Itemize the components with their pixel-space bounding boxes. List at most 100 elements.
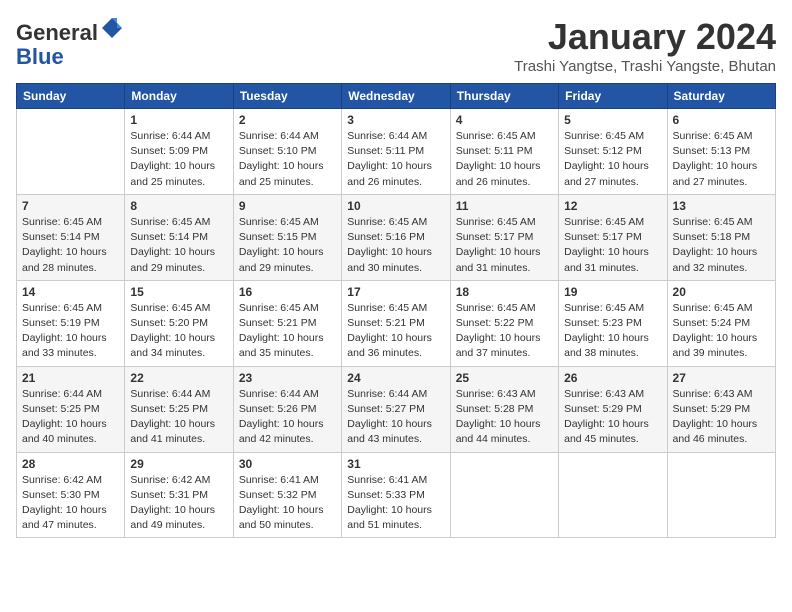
week-row-2: 7 Sunrise: 6:45 AM Sunset: 5:14 PM Daylig… xyxy=(17,194,776,280)
calendar-cell xyxy=(559,452,667,538)
calendar-cell: 17 Sunrise: 6:45 AM Sunset: 5:21 PM Dayli… xyxy=(342,280,450,366)
calendar-cell: 23 Sunrise: 6:44 AM Sunset: 5:26 PM Dayli… xyxy=(233,366,341,452)
day-info: Sunrise: 6:45 AM Sunset: 5:12 PM Dayligh… xyxy=(564,129,661,190)
calendar-cell: 16Sunrise: 6:45 AM Sunset: 5:21 PM Dayli… xyxy=(233,280,341,366)
day-info: Sunrise: 6:41 AM Sunset: 5:32 PM Dayligh… xyxy=(239,473,336,534)
day-info: Sunrise: 6:43 AM Sunset: 5:29 PM Dayligh… xyxy=(673,387,770,448)
day-info: Sunrise: 6:45 AM Sunset: 5:23 PM Dayligh… xyxy=(564,301,661,362)
day-info: Sunrise: 6:45 AM Sunset: 5:19 PM Dayligh… xyxy=(22,301,119,362)
day-info: Sunrise: 6:45 AM Sunset: 5:24 PM Dayligh… xyxy=(673,301,770,362)
day-info: Sunrise: 6:45 AM Sunset: 5:11 PM Dayligh… xyxy=(456,129,553,190)
calendar-cell: 28 Sunrise: 6:42 AM Sunset: 5:30 PM Dayli… xyxy=(17,452,125,538)
calendar-cell: 2Sunrise: 6:44 AM Sunset: 5:10 PM Daylig… xyxy=(233,109,341,195)
day-info: Sunrise: 6:45 AM Sunset: 5:14 PM Dayligh… xyxy=(130,215,227,276)
day-info: Sunrise: 6:45 AM Sunset: 5:17 PM Dayligh… xyxy=(456,215,553,276)
day-info: Sunrise: 6:45 AM Sunset: 5:20 PM Dayligh… xyxy=(130,301,227,362)
day-number: 31 xyxy=(347,457,444,471)
day-info: Sunrise: 6:43 AM Sunset: 5:28 PM Dayligh… xyxy=(456,387,553,448)
calendar-cell: 7 Sunrise: 6:45 AM Sunset: 5:14 PM Daylig… xyxy=(17,194,125,280)
day-number: 24 xyxy=(347,371,444,385)
calendar-cell: 22Sunrise: 6:44 AM Sunset: 5:25 PM Dayli… xyxy=(125,366,233,452)
day-info: Sunrise: 6:45 AM Sunset: 5:13 PM Dayligh… xyxy=(673,129,770,190)
day-info: Sunrise: 6:45 AM Sunset: 5:15 PM Dayligh… xyxy=(239,215,336,276)
logo: General Blue xyxy=(16,16,124,69)
calendar-cell: 24 Sunrise: 6:44 AM Sunset: 5:27 PM Dayli… xyxy=(342,366,450,452)
day-info: Sunrise: 6:45 AM Sunset: 5:18 PM Dayligh… xyxy=(673,215,770,276)
calendar-header: SundayMondayTuesdayWednesdayThursdayFrid… xyxy=(17,84,776,109)
day-info: Sunrise: 6:44 AM Sunset: 5:27 PM Dayligh… xyxy=(347,387,444,448)
calendar-cell: 1Sunrise: 6:44 AM Sunset: 5:09 PM Daylig… xyxy=(125,109,233,195)
day-of-week-monday: Monday xyxy=(125,84,233,109)
week-row-1: 1Sunrise: 6:44 AM Sunset: 5:09 PM Daylig… xyxy=(17,109,776,195)
day-number: 4 xyxy=(456,113,553,127)
day-info: Sunrise: 6:45 AM Sunset: 5:17 PM Dayligh… xyxy=(564,215,661,276)
day-of-week-thursday: Thursday xyxy=(450,84,558,109)
day-info: Sunrise: 6:44 AM Sunset: 5:25 PM Dayligh… xyxy=(22,387,119,448)
day-number: 5 xyxy=(564,113,661,127)
day-number: 14 xyxy=(22,285,119,299)
header-row: SundayMondayTuesdayWednesdayThursdayFrid… xyxy=(17,84,776,109)
calendar-cell: 6 Sunrise: 6:45 AM Sunset: 5:13 PM Daylig… xyxy=(667,109,775,195)
day-info: Sunrise: 6:45 AM Sunset: 5:14 PM Dayligh… xyxy=(22,215,119,276)
calendar-cell: 10Sunrise: 6:45 AM Sunset: 5:16 PM Dayli… xyxy=(342,194,450,280)
day-number: 6 xyxy=(673,113,770,127)
day-info: Sunrise: 6:45 AM Sunset: 5:22 PM Dayligh… xyxy=(456,301,553,362)
calendar-cell: 12 Sunrise: 6:45 AM Sunset: 5:17 PM Dayli… xyxy=(559,194,667,280)
day-info: Sunrise: 6:44 AM Sunset: 5:11 PM Dayligh… xyxy=(347,129,444,190)
calendar-cell: 29 Sunrise: 6:42 AM Sunset: 5:31 PM Dayli… xyxy=(125,452,233,538)
calendar-cell: 31 Sunrise: 6:41 AM Sunset: 5:33 PM Dayli… xyxy=(342,452,450,538)
location-subtitle: Trashi Yangtse, Trashi Yangste, Bhutan xyxy=(514,58,776,75)
calendar-cell: 4 Sunrise: 6:45 AM Sunset: 5:11 PM Daylig… xyxy=(450,109,558,195)
day-number: 12 xyxy=(564,199,661,213)
day-info: Sunrise: 6:45 AM Sunset: 5:21 PM Dayligh… xyxy=(347,301,444,362)
day-number: 19 xyxy=(564,285,661,299)
page-header: General Blue January 2024 Trashi Yangtse… xyxy=(16,16,776,75)
day-number: 8 xyxy=(130,199,227,213)
logo-blue: Blue xyxy=(16,44,64,69)
day-of-week-friday: Friday xyxy=(559,84,667,109)
day-number: 13 xyxy=(673,199,770,213)
day-info: Sunrise: 6:45 AM Sunset: 5:21 PM Dayligh… xyxy=(239,301,336,362)
day-number: 23 xyxy=(239,371,336,385)
day-number: 30 xyxy=(239,457,336,471)
day-number: 28 xyxy=(22,457,119,471)
day-info: Sunrise: 6:42 AM Sunset: 5:31 PM Dayligh… xyxy=(130,473,227,534)
calendar-cell: 27 Sunrise: 6:43 AM Sunset: 5:29 PM Dayli… xyxy=(667,366,775,452)
day-number: 2 xyxy=(239,113,336,127)
title-block: January 2024 Trashi Yangtse, Trashi Yang… xyxy=(514,16,776,75)
day-number: 11 xyxy=(456,199,553,213)
day-number: 27 xyxy=(673,371,770,385)
calendar-cell: 18Sunrise: 6:45 AM Sunset: 5:22 PM Dayli… xyxy=(450,280,558,366)
day-number: 10 xyxy=(347,199,444,213)
day-of-week-tuesday: Tuesday xyxy=(233,84,341,109)
calendar-cell: 11 Sunrise: 6:45 AM Sunset: 5:17 PM Dayli… xyxy=(450,194,558,280)
month-title: January 2024 xyxy=(514,16,776,58)
calendar-cell xyxy=(450,452,558,538)
logo-general: General xyxy=(16,20,98,45)
week-row-4: 21Sunrise: 6:44 AM Sunset: 5:25 PM Dayli… xyxy=(17,366,776,452)
day-info: Sunrise: 6:44 AM Sunset: 5:26 PM Dayligh… xyxy=(239,387,336,448)
day-number: 7 xyxy=(22,199,119,213)
calendar-cell: 5 Sunrise: 6:45 AM Sunset: 5:12 PM Daylig… xyxy=(559,109,667,195)
day-number: 9 xyxy=(239,199,336,213)
calendar-cell xyxy=(17,109,125,195)
calendar-cell: 8 Sunrise: 6:45 AM Sunset: 5:14 PM Daylig… xyxy=(125,194,233,280)
calendar-body: 1Sunrise: 6:44 AM Sunset: 5:09 PM Daylig… xyxy=(17,109,776,538)
calendar-cell: 21Sunrise: 6:44 AM Sunset: 5:25 PM Dayli… xyxy=(17,366,125,452)
calendar-cell: 26Sunrise: 6:43 AM Sunset: 5:29 PM Dayli… xyxy=(559,366,667,452)
day-info: Sunrise: 6:41 AM Sunset: 5:33 PM Dayligh… xyxy=(347,473,444,534)
day-number: 20 xyxy=(673,285,770,299)
day-number: 17 xyxy=(347,285,444,299)
day-number: 29 xyxy=(130,457,227,471)
week-row-5: 28 Sunrise: 6:42 AM Sunset: 5:30 PM Dayli… xyxy=(17,452,776,538)
day-number: 26 xyxy=(564,371,661,385)
calendar-cell xyxy=(667,452,775,538)
calendar-cell: 9 Sunrise: 6:45 AM Sunset: 5:15 PM Daylig… xyxy=(233,194,341,280)
day-number: 25 xyxy=(456,371,553,385)
calendar-cell: 25 Sunrise: 6:43 AM Sunset: 5:28 PM Dayli… xyxy=(450,366,558,452)
calendar-table: SundayMondayTuesdayWednesdayThursdayFrid… xyxy=(16,83,776,538)
day-of-week-sunday: Sunday xyxy=(17,84,125,109)
day-info: Sunrise: 6:42 AM Sunset: 5:30 PM Dayligh… xyxy=(22,473,119,534)
week-row-3: 14 Sunrise: 6:45 AM Sunset: 5:19 PM Dayli… xyxy=(17,280,776,366)
day-number: 22 xyxy=(130,371,227,385)
